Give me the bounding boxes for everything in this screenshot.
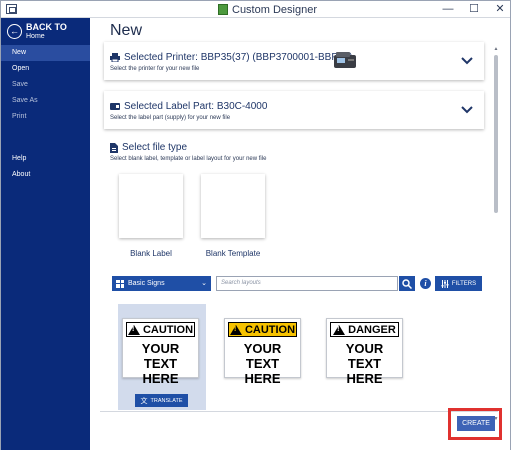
- filter-sliders-icon: [441, 279, 449, 288]
- create-button[interactable]: CREATE: [457, 416, 495, 431]
- sidebar-item-print[interactable]: Print: [1, 109, 90, 125]
- sign-body: YOUR TEXT HERE: [228, 339, 297, 386]
- sign-body-line2: TEXT HERE: [346, 356, 383, 386]
- printer-subtitle: Select the printer for your new file: [110, 66, 200, 72]
- title-bar: Custom Designer — ☐ ✕: [1, 1, 510, 18]
- selected-printer-card[interactable]: Selected Printer: BBP35(37) (BBP3700001-…: [104, 42, 484, 80]
- label-part-expand-chevron-icon[interactable]: [460, 103, 474, 117]
- printer-card-title: Selected Printer: BBP35(37) (BBP3700001-…: [110, 52, 352, 63]
- maximize-button[interactable]: ☐: [468, 2, 480, 16]
- sign-body-line1: YOUR: [141, 341, 180, 356]
- blank-label-tile[interactable]: [119, 174, 183, 238]
- sign-header: DANGER: [330, 322, 399, 337]
- sign-body: YOUR TEXT HERE: [330, 339, 399, 386]
- page-title: New: [110, 22, 143, 39]
- label-part-title-text: Selected Label Part: B30C-4000: [124, 101, 268, 112]
- restore-window-icon[interactable]: [6, 4, 17, 14]
- translate-icon: 文: [140, 397, 148, 405]
- label-part-card-title: Selected Label Part: B30C-4000: [110, 101, 267, 112]
- app-logo-icon: [218, 4, 228, 15]
- printer-title-text: Selected Printer: BBP35(37) (BBP3700001-…: [124, 52, 353, 63]
- vertical-scrollbar[interactable]: ▲ ▼: [492, 46, 500, 422]
- label-part-subtitle: Select the label part (supply) for your …: [110, 115, 231, 121]
- minimize-button[interactable]: —: [442, 2, 454, 16]
- footer-divider: [100, 411, 498, 412]
- sidebar-item-save-as[interactable]: Save As: [1, 93, 90, 109]
- sign-header: CAUTION: [228, 322, 297, 337]
- layout-tile-caution-yellow[interactable]: CAUTION YOUR TEXT HERE: [224, 318, 301, 386]
- sidebar-item-open[interactable]: Open: [1, 61, 90, 77]
- sign-body: YOUR TEXT HERE: [126, 339, 195, 386]
- layout-tile-danger[interactable]: DANGER YOUR TEXT HERE: [326, 318, 403, 386]
- blank-template-tile[interactable]: [201, 174, 265, 238]
- sign-header-text: CAUTION: [142, 323, 194, 336]
- sidebar-item-save[interactable]: Save: [1, 77, 90, 93]
- window-controls: — ☐ ✕: [442, 2, 506, 16]
- sidebar-item-help[interactable]: Help: [1, 151, 90, 167]
- search-icon: [402, 278, 412, 289]
- selected-label-part-card[interactable]: Selected Label Part: B30C-4000 Select th…: [104, 91, 484, 129]
- sign-header-text: DANGER: [348, 323, 396, 336]
- info-icon[interactable]: i: [420, 278, 431, 289]
- back-label: BACK TO Home: [26, 22, 67, 41]
- window-title: Custom Designer: [218, 3, 317, 16]
- warning-triangle-icon: [333, 324, 346, 335]
- sidebar-item-new[interactable]: New: [1, 45, 90, 61]
- filters-label: FILTERS: [451, 280, 477, 287]
- sign-header-text: CAUTION: [244, 323, 296, 336]
- search-layouts-input[interactable]: Search layouts: [216, 276, 398, 291]
- category-dropdown-value: Basic Signs: [128, 280, 165, 287]
- sidebar: ← BACK TO Home New Open Save Save As Pri…: [1, 18, 90, 450]
- file-type-title: Select file type: [122, 142, 188, 153]
- sign-body-line2: TEXT HERE: [244, 356, 281, 386]
- sign-body-line1: YOUR: [345, 341, 384, 356]
- close-button[interactable]: ✕: [494, 2, 506, 16]
- window-title-text: Custom Designer: [232, 3, 317, 16]
- back-title: BACK TO: [26, 21, 67, 32]
- back-arrow-icon: ←: [7, 23, 22, 39]
- main-panel: New ▲ ▼ Selected Printer: BBP35(37) (BBP…: [90, 18, 510, 450]
- warning-triangle-icon: [127, 324, 140, 335]
- warning-triangle-icon: [229, 324, 242, 335]
- printer-device-icon: [334, 52, 356, 68]
- sign-body-line1: YOUR: [243, 341, 282, 356]
- grid-icon: [116, 279, 124, 288]
- sign-body-line2: TEXT HERE: [142, 356, 179, 386]
- translate-button[interactable]: 文 TRANSLATE: [135, 394, 188, 407]
- label-part-icon: [110, 103, 120, 110]
- back-to-home-button[interactable]: ← BACK TO Home: [7, 18, 67, 44]
- printer-icon: [110, 53, 120, 62]
- category-dropdown[interactable]: Basic Signs ⌄: [112, 276, 211, 291]
- file-icon: [110, 142, 118, 153]
- scroll-up-icon[interactable]: ▲: [492, 46, 500, 52]
- printer-expand-chevron-icon[interactable]: [460, 54, 474, 68]
- blank-template-caption: Blank Template: [205, 249, 261, 258]
- chevron-down-icon: ⌄: [201, 280, 207, 287]
- app-window: Custom Designer — ☐ ✕ ← BACK TO Home New…: [0, 0, 511, 450]
- sidebar-item-about[interactable]: About: [1, 167, 90, 183]
- layout-tile-caution-white[interactable]: CAUTION YOUR TEXT HERE: [122, 318, 199, 386]
- file-type-heading: Select file type: [110, 142, 187, 153]
- scroll-thumb[interactable]: [494, 55, 498, 213]
- file-type-subtitle: Select blank label, template or label la…: [110, 156, 267, 162]
- translate-label: TRANSLATE: [150, 397, 183, 404]
- search-button[interactable]: [399, 276, 415, 291]
- blank-label-caption: Blank Label: [130, 249, 172, 258]
- filters-button[interactable]: FILTERS: [435, 276, 482, 291]
- back-subtitle: Home: [26, 32, 45, 40]
- sign-header: CAUTION: [126, 322, 195, 337]
